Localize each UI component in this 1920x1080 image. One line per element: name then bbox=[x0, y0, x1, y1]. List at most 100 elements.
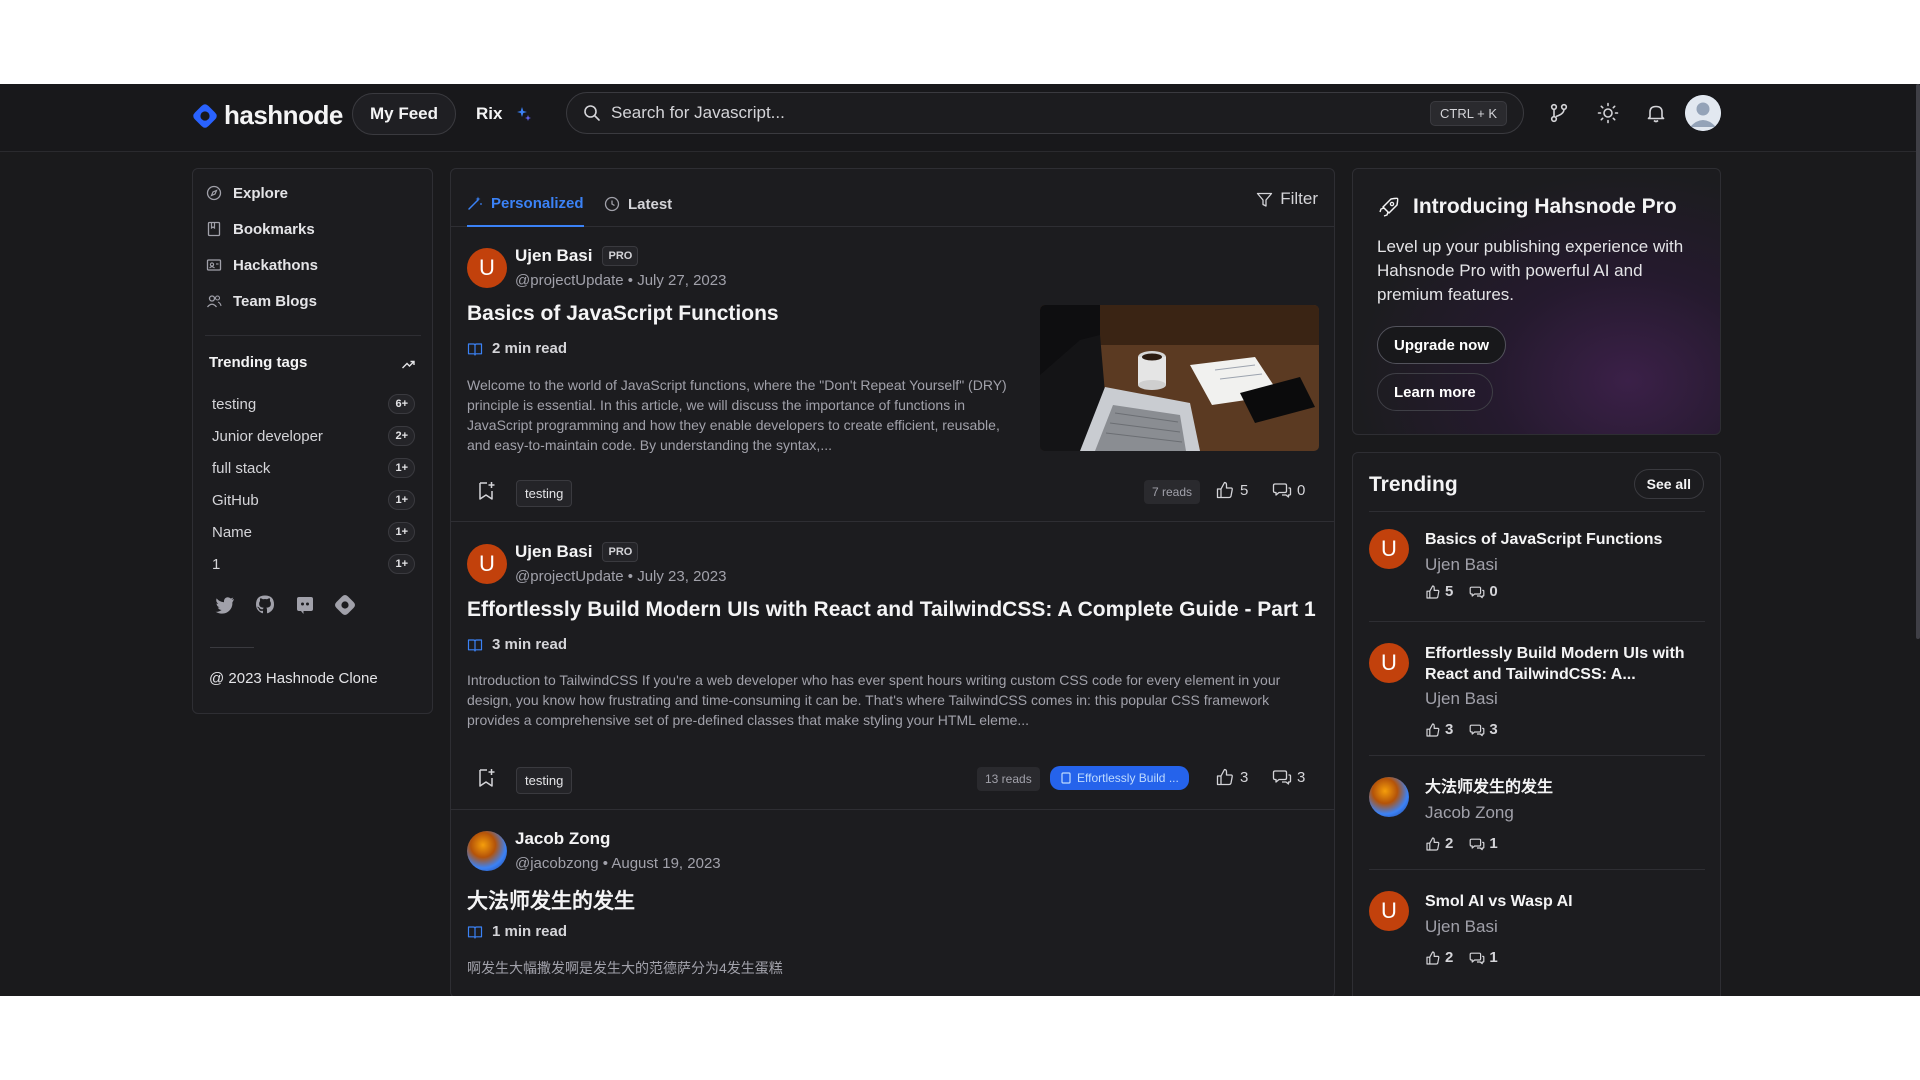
comment-stat: 0 bbox=[1469, 583, 1498, 600]
author-avatar[interactable]: U bbox=[467, 248, 507, 288]
read-time-label: 3 min read bbox=[492, 636, 568, 653]
sidebar-item-team-blogs[interactable]: Team Blogs bbox=[206, 289, 317, 313]
read-time: 2 min read bbox=[467, 340, 567, 357]
post-tag[interactable]: testing bbox=[516, 767, 573, 794]
comment-stat: 1 bbox=[1469, 949, 1498, 966]
feed: Personalized Latest Filter U Ujen Basi P… bbox=[450, 168, 1335, 996]
post-card[interactable]: U Ujen Basi PRO @projectUpdate • July 23… bbox=[451, 523, 1334, 810]
post-card[interactable]: Jacob Zong @jacobzong • August 19, 2023 … bbox=[451, 811, 1334, 996]
post-title[interactable]: Basics of JavaScript Functions bbox=[467, 302, 779, 326]
hashnode-logo[interactable]: hashnode bbox=[192, 100, 343, 131]
user-avatar[interactable] bbox=[1685, 95, 1721, 131]
comment-button[interactable]: 3 bbox=[1272, 767, 1305, 787]
trending-tag[interactable]: full stack 1+ bbox=[212, 455, 415, 481]
post-excerpt: 啊发生大幅撒发啊是发生大的范德萨分为4发生蛋糕 bbox=[467, 960, 783, 976]
my-feed-button[interactable]: My Feed bbox=[352, 93, 457, 135]
tab-label: Latest bbox=[628, 195, 673, 213]
page-scrollbar[interactable] bbox=[1916, 84, 1920, 639]
author-avatar[interactable]: U bbox=[467, 544, 507, 584]
post-card[interactable]: U Ujen Basi PRO @projectUpdate • July 27… bbox=[451, 228, 1334, 522]
post-title[interactable]: Effortlessly Build Modern UIs with React… bbox=[467, 598, 1316, 622]
series-badge[interactable]: Effortlessly Build ... bbox=[1050, 766, 1189, 790]
post-title[interactable]: 大法师发生的发生 bbox=[467, 885, 635, 915]
trending-item-author: Jacob Zong bbox=[1425, 803, 1514, 822]
filter-button[interactable]: Filter bbox=[1256, 189, 1318, 209]
learn-more-button[interactable]: Learn more bbox=[1377, 373, 1493, 411]
sidebar-item-bookmarks[interactable]: Bookmarks bbox=[206, 217, 315, 241]
search-input[interactable] bbox=[611, 103, 1431, 123]
github-icon[interactable] bbox=[254, 594, 276, 616]
trending-divider bbox=[1369, 869, 1705, 870]
search-shortcut: CTRL + K bbox=[1430, 100, 1507, 126]
series-book-icon bbox=[1061, 772, 1071, 784]
post-meta: @projectUpdate • July 23, 2023 bbox=[515, 568, 727, 585]
app-viewport: hashnode My Feed Rix CTRL + K bbox=[0, 84, 1920, 996]
trending-tag[interactable]: GitHub 1+ bbox=[212, 487, 415, 513]
clock-icon bbox=[604, 196, 620, 212]
search-bar[interactable]: CTRL + K bbox=[566, 92, 1524, 134]
author-name[interactable]: Ujen Basi bbox=[515, 542, 592, 562]
like-button[interactable]: 3 bbox=[1215, 767, 1248, 787]
like-button[interactable]: 5 bbox=[1215, 480, 1248, 500]
trending-item-title[interactable]: Effortlessly Build Modern UIs with React… bbox=[1425, 643, 1705, 685]
tag-count: 6+ bbox=[388, 394, 415, 414]
sidebar-item-explore[interactable]: Explore bbox=[206, 181, 288, 205]
post-tag[interactable]: testing bbox=[516, 480, 573, 507]
like-count: 2 bbox=[1445, 949, 1454, 966]
add-bookmark-icon[interactable] bbox=[475, 767, 497, 789]
post-author: Ujen Basi PRO bbox=[515, 246, 639, 266]
comment-icon bbox=[1469, 724, 1485, 736]
copyright-text: @ 2023 Hashnode Clone bbox=[209, 670, 378, 687]
author-name[interactable]: Ujen Basi bbox=[515, 246, 592, 266]
trending-tag[interactable]: Junior developer 2+ bbox=[212, 423, 415, 449]
tab-personalized[interactable]: Personalized bbox=[467, 181, 584, 227]
trending-divider bbox=[1369, 621, 1705, 622]
trending-tag[interactable]: Name 1+ bbox=[212, 519, 415, 545]
read-time-label: 2 min read bbox=[492, 340, 568, 357]
trending-divider bbox=[1369, 755, 1705, 756]
pro-promo-card: Introducing Hahsnode Pro Level up your p… bbox=[1352, 168, 1721, 435]
discord-icon[interactable] bbox=[294, 594, 316, 616]
see-all-button[interactable]: See all bbox=[1633, 469, 1704, 499]
post-actions: testing 7 reads 5 0 bbox=[467, 476, 1318, 508]
top-header: hashnode My Feed Rix CTRL + K bbox=[0, 84, 1920, 152]
thumbs-up-icon bbox=[1426, 584, 1440, 599]
theme-sun-icon[interactable] bbox=[1597, 102, 1619, 124]
trending-tag[interactable]: testing 6+ bbox=[212, 391, 415, 417]
thumbs-up-icon bbox=[1426, 836, 1440, 851]
pro-badge: PRO bbox=[602, 542, 639, 562]
author-avatar: U bbox=[1369, 529, 1409, 569]
author-avatar: U bbox=[1369, 643, 1409, 683]
trending-tags-title: Trending tags bbox=[209, 354, 308, 371]
git-branch-icon[interactable] bbox=[1548, 102, 1570, 124]
sidebar-item-hackathons[interactable]: Hackathons bbox=[206, 253, 318, 277]
trending-item-stats: 2 1 bbox=[1425, 835, 1498, 852]
read-time-label: 1 min read bbox=[492, 923, 568, 940]
tag-name: GitHub bbox=[212, 491, 259, 509]
thumbs-up-icon bbox=[1426, 950, 1440, 965]
upgrade-now-button[interactable]: Upgrade now bbox=[1377, 326, 1507, 364]
reads-count: 7 reads bbox=[1144, 480, 1201, 504]
comment-icon bbox=[1272, 483, 1292, 498]
trending-item-title[interactable]: 大法师发生的发生 bbox=[1425, 777, 1705, 798]
trending-tag[interactable]: 1 1+ bbox=[212, 551, 415, 577]
tag-count: 1+ bbox=[388, 554, 415, 574]
comment-button[interactable]: 0 bbox=[1272, 480, 1305, 500]
add-bookmark-icon[interactable] bbox=[475, 480, 497, 502]
sidebar-divider bbox=[205, 335, 421, 336]
rix-button[interactable]: Rix bbox=[476, 93, 532, 135]
post-thumbnail[interactable] bbox=[1040, 305, 1319, 451]
hashnode-icon[interactable] bbox=[334, 594, 356, 616]
book-icon bbox=[467, 638, 483, 652]
tag-name: Junior developer bbox=[212, 427, 323, 445]
logo-text: hashnode bbox=[224, 100, 343, 130]
pro-card-description: Level up your publishing experience with… bbox=[1377, 237, 1684, 304]
author-name[interactable]: Jacob Zong bbox=[515, 829, 610, 849]
tab-latest[interactable]: Latest bbox=[604, 181, 672, 227]
pro-badge: PRO bbox=[602, 246, 639, 266]
trending-item-title[interactable]: Basics of JavaScript Functions bbox=[1425, 529, 1705, 550]
bell-icon[interactable] bbox=[1645, 102, 1667, 124]
twitter-icon[interactable] bbox=[214, 594, 236, 616]
author-avatar[interactable] bbox=[467, 831, 507, 871]
trending-item-title[interactable]: Smol AI vs Wasp AI bbox=[1425, 891, 1705, 912]
